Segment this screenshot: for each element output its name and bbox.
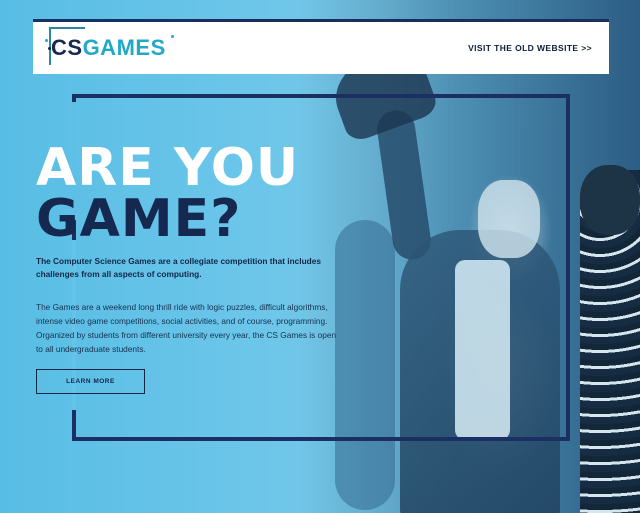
logo-text: CSGAMES [51, 35, 166, 61]
hero-description: The Games are a weekend long thrill ride… [36, 302, 337, 354]
logo-games: GAMES [82, 35, 166, 60]
header-accent-line [33, 19, 193, 22]
background-person-right-head [580, 165, 640, 235]
site-header: CSGAMES VISIT THE OLD WEBSITE >> [33, 19, 609, 74]
hero-intro: The Computer Science Games are a collegi… [36, 256, 321, 279]
visit-old-website-link[interactable]: VISIT THE OLD WEBSITE >> [468, 43, 592, 53]
logo-cs: CS [51, 35, 83, 60]
headline-line-1: ARE YOU [36, 138, 300, 198]
cs-games-logo[interactable]: CSGAMES [45, 27, 174, 65]
headline-line-2: GAME? [36, 189, 242, 249]
learn-more-button[interactable]: LEARN MORE [36, 369, 145, 394]
